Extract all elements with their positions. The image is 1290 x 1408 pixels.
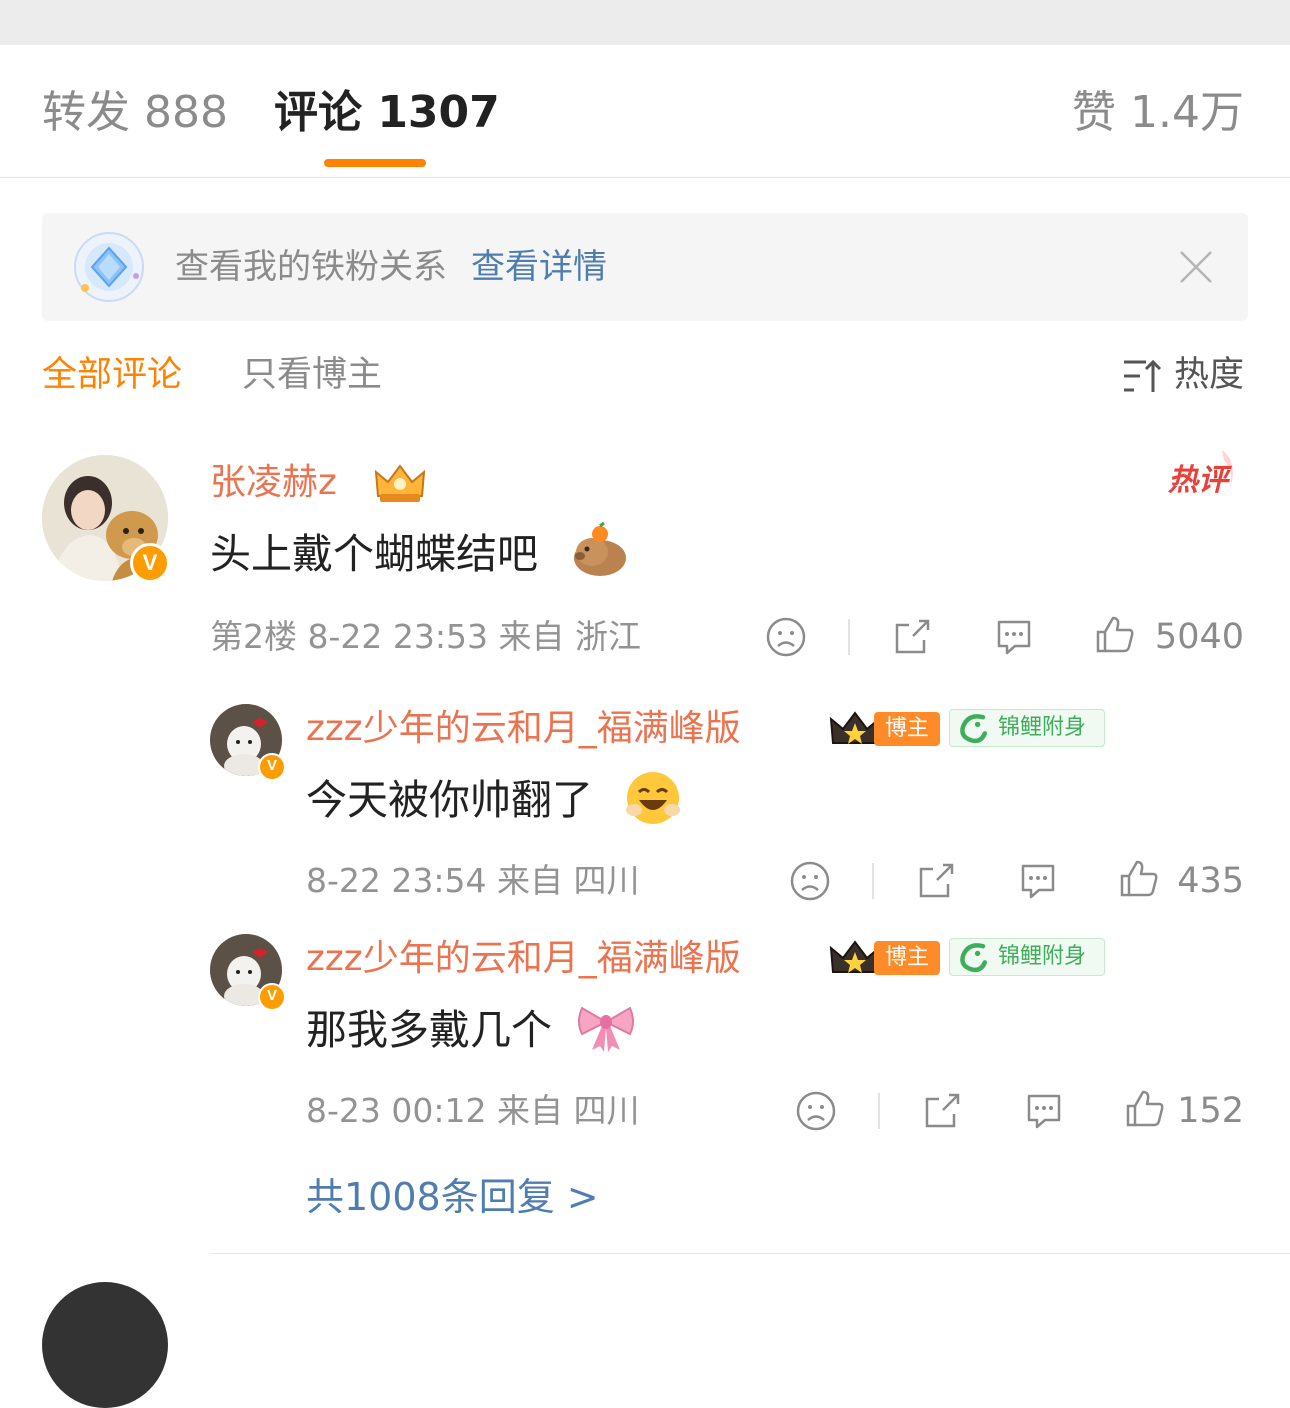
filter-all-comments[interactable]: 全部评论 [42,352,182,398]
reply-text: 那我多戴几个 [306,1006,552,1054]
smile-emoji [626,772,680,824]
close-icon[interactable] [1178,249,1214,285]
like-icon[interactable] [1094,614,1136,656]
koi-icon [960,943,988,973]
sort-label: 热度 [1174,355,1245,395]
tab-likes[interactable]: 赞 1.4万 [1072,87,1244,139]
verified-badge: V [258,753,286,781]
comment-body: 头上戴个蝴蝶结吧 [210,530,538,578]
top-band [0,0,1290,45]
share-icon[interactable] [921,1090,963,1132]
divider [878,1093,880,1129]
reply-username[interactable]: zzz少年的云和月_福满峰版 [306,936,741,982]
comment-icon[interactable] [1017,860,1059,902]
like-count: 152 [1177,1091,1244,1131]
koi-badge-label: 锦鲤附身 [998,944,1087,969]
like-count: 435 [1177,861,1244,901]
owner-badge: 博主 [874,941,940,975]
fan-relationship-banner: 查看我的铁粉关系 查看详情 [42,213,1248,321]
filter-owner-only[interactable]: 只看博主 [242,352,382,398]
hot-comment-label: 热评 [1167,463,1233,498]
avatar[interactable] [42,1282,168,1408]
like-icon[interactable] [1118,858,1160,900]
comment-icon[interactable] [1023,1090,1065,1132]
diamond-icon [74,232,144,302]
share-icon[interactable] [915,860,957,902]
divider [872,863,874,899]
share-icon[interactable] [891,616,933,658]
username[interactable]: 张凌赫z [210,460,337,506]
dislike-icon[interactable] [789,860,831,902]
tab-repost[interactable]: 转发 888 [42,87,228,139]
koi-badge-label: 锦鲤附身 [998,715,1087,740]
verified-badge: V [258,983,286,1011]
tab-bar: 转发 888 评论 1307 赞 1.4万 [0,45,1290,178]
like-count: 5040 [1154,617,1244,657]
reply-meta: 8-22 23:54 来自 四川 [306,861,640,900]
tab-comments[interactable]: 评论 1307 [274,87,500,139]
crown-icon [374,464,426,502]
reply-username[interactable]: zzz少年的云和月_福满峰版 [306,706,741,752]
dislike-icon[interactable] [795,1090,837,1132]
like-icon[interactable] [1124,1088,1166,1130]
capybara-emoji [574,522,626,576]
reply-meta: 8-23 00:12 来自 四川 [306,1091,640,1130]
view-all-replies-link[interactable]: 共1008条回复 > [306,1172,599,1222]
bow-emoji [578,1006,634,1052]
comment-meta: 第2楼 8-22 23:53 来自 浙江 [210,617,641,656]
owner-badge: 博主 [874,712,940,746]
verified-badge: V [130,543,170,583]
sort-button[interactable]: 热度 [1122,352,1244,398]
divider [848,619,850,655]
reply-text: 今天被你帅翻了 [306,776,593,824]
koi-badge: 锦鲤附身 [949,938,1105,976]
comment-text: 头上戴个蝴蝶结吧 [210,526,538,582]
hot-comment-badge: 热评 [1167,450,1233,498]
active-tab-indicator [324,159,426,167]
fan-banner-text: 查看我的铁粉关系 [175,247,447,287]
koi-icon [960,714,988,744]
dislike-icon[interactable] [765,616,807,658]
comment-divider [210,1253,1290,1254]
comment-icon[interactable] [993,616,1035,658]
sort-icon [1124,359,1162,392]
fan-banner-link[interactable]: 查看详情 [471,243,607,291]
koi-badge: 锦鲤附身 [949,709,1105,747]
